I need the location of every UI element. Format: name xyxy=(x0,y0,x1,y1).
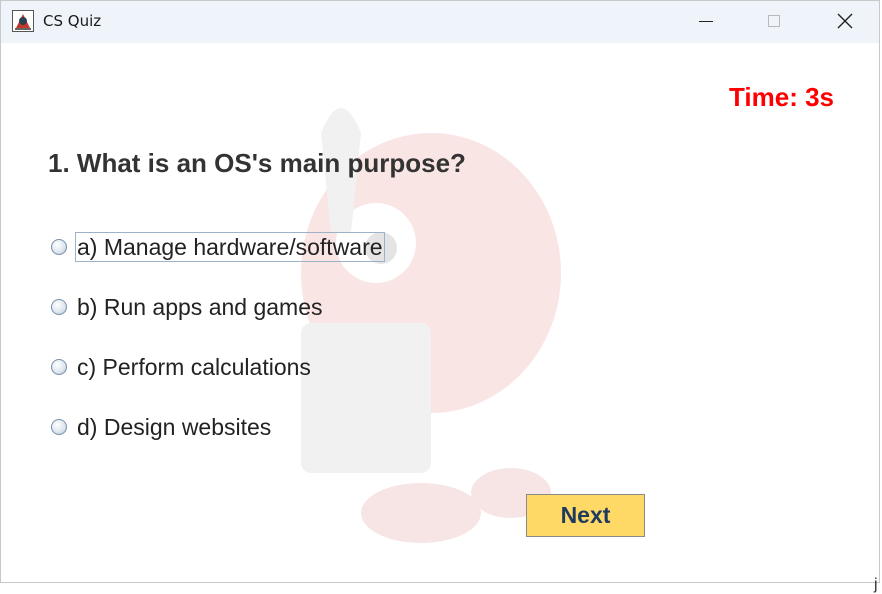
quiz-panel: Time: 3s 1. What is an OS's main purpose… xyxy=(1,43,879,593)
option-label[interactable]: c) Perform calculations xyxy=(77,353,311,381)
timer-label: Time: 3s xyxy=(728,82,834,112)
option-label[interactable]: d) Design websites xyxy=(77,413,271,441)
radio-button[interactable] xyxy=(51,299,67,315)
option-label[interactable]: a) Manage hardware/software xyxy=(75,232,385,262)
option-label[interactable]: b) Run apps and games xyxy=(77,293,323,321)
radio-button[interactable] xyxy=(51,239,67,255)
radio-button[interactable] xyxy=(51,419,67,435)
edge-glyph: j xyxy=(874,576,878,593)
window-title: CS Quiz xyxy=(43,12,102,30)
close-icon[interactable] xyxy=(837,13,853,29)
minimize-icon[interactable] xyxy=(699,21,713,22)
maximize-icon[interactable] xyxy=(768,15,780,27)
java-duke-icon xyxy=(12,10,34,32)
quiz-window: CS Quiz Time: 3s 1. What is an OS's main… xyxy=(0,0,880,593)
title-bar[interactable]: CS Quiz xyxy=(1,1,879,43)
question-text: 1. What is an OS's main purpose? xyxy=(48,148,466,178)
radio-button[interactable] xyxy=(51,359,67,375)
next-button[interactable]: Next xyxy=(526,494,645,537)
